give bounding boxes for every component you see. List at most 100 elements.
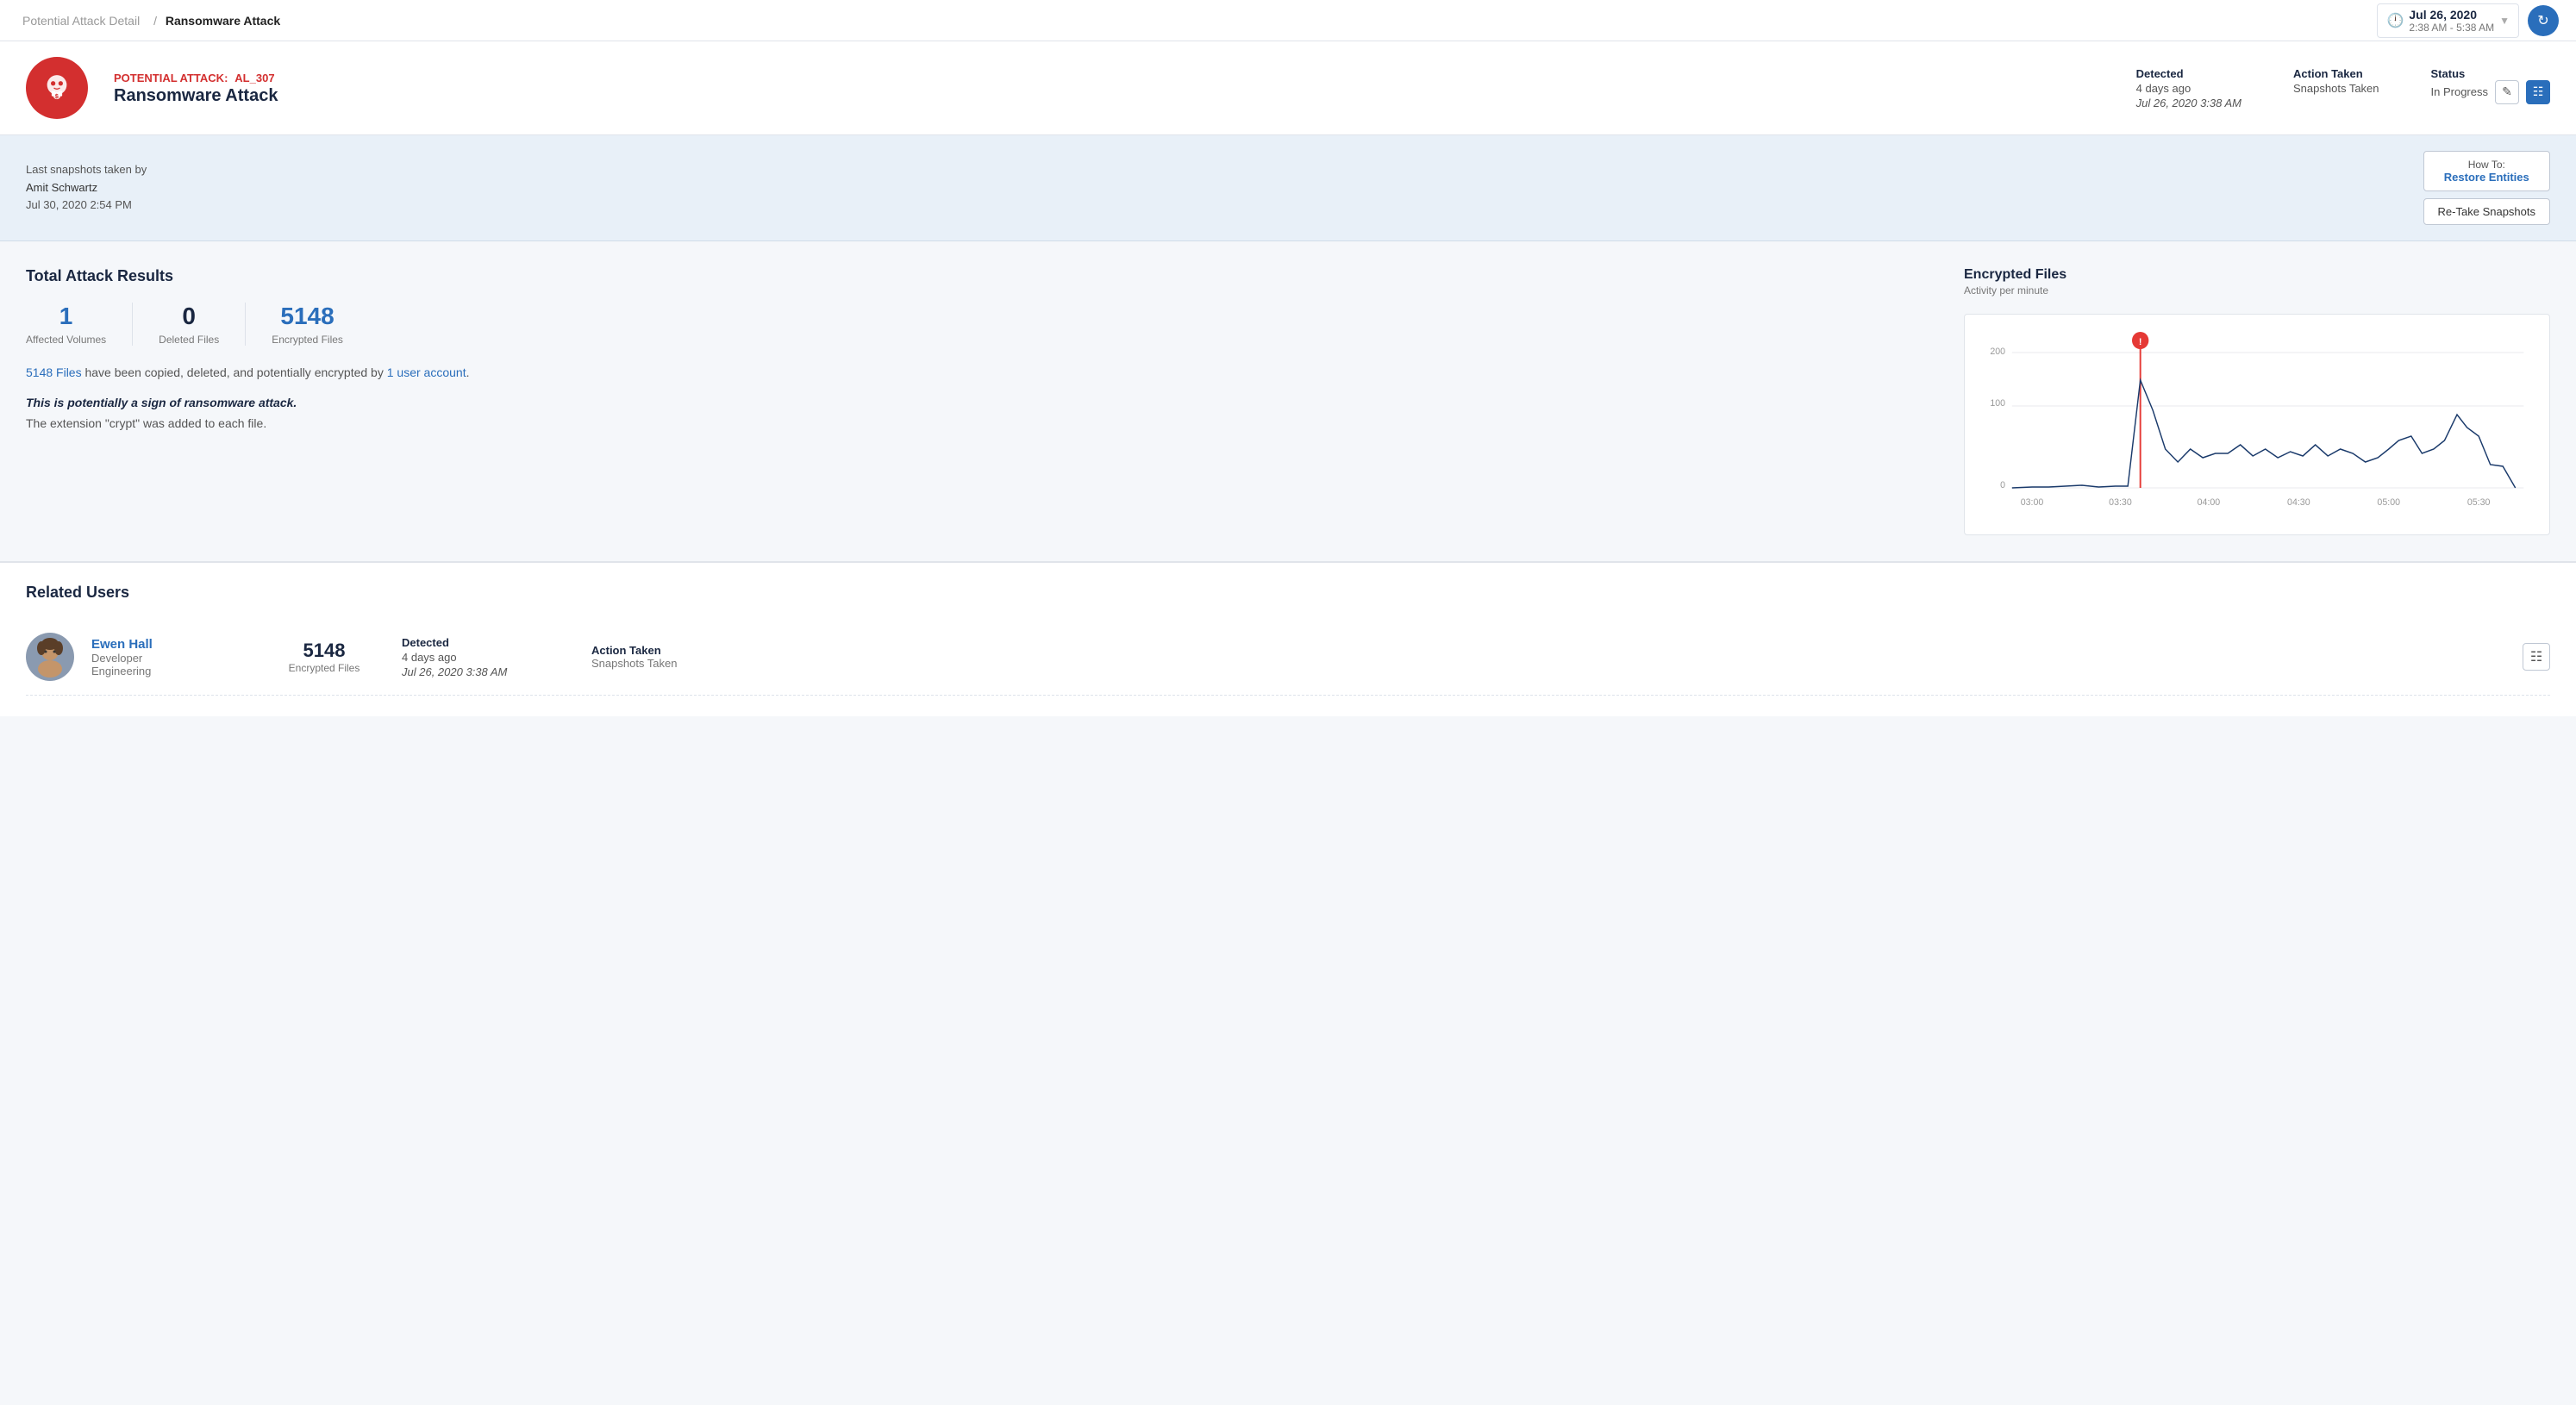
user-detected-date: Jul 26, 2020 3:38 AM <box>402 665 574 678</box>
ransomware-warning: This is potentially a sign of ransomware… <box>26 396 1938 409</box>
attack-id-row: POTENTIAL ATTACK: AL_307 <box>114 71 2110 84</box>
retake-snapshots-button[interactable]: Re-Take Snapshots <box>2423 198 2550 225</box>
status-row: In Progress ✎ ☷ <box>2431 80 2550 104</box>
edit-status-button[interactable]: ✎ <box>2495 80 2519 104</box>
how-to-action: Restore Entities <box>2444 171 2529 184</box>
related-users-title: Related Users <box>26 584 2550 602</box>
action-value: Snapshots Taken <box>2293 82 2379 95</box>
attack-name: Ransomware Attack <box>114 86 2110 106</box>
deleted-files-label: Deleted Files <box>159 334 219 346</box>
user-encrypted-label: Encrypted Files <box>264 662 385 674</box>
breadcrumb-parent: Potential Attack Detail <box>22 14 140 28</box>
refresh-icon: ↻ <box>2537 12 2548 29</box>
stat-deleted-files: 0 Deleted Files <box>133 303 246 346</box>
summary-text2: . <box>466 365 470 379</box>
breadcrumb-current: Ransomware Attack <box>166 14 280 28</box>
snapshot-line2: Amit Schwartz <box>26 179 147 197</box>
how-to-label: How To: <box>2442 159 2532 171</box>
user-account-link[interactable]: 1 user account <box>387 365 466 379</box>
attack-meta: Detected 4 days ago Jul 26, 2020 3:38 AM… <box>2136 67 2550 109</box>
chart-area: 200 100 0 03:00 03:30 04:00 04:30 05:00 … <box>1964 314 2550 535</box>
snapshot-line1: Last snapshots taken by <box>26 161 147 179</box>
encrypted-files-chart: 200 100 0 03:00 03:30 04:00 04:30 05:00 … <box>1982 328 2532 518</box>
retake-label: Re-Take Snapshots <box>2438 205 2535 218</box>
pencil-icon: ✎ <box>2502 84 2512 99</box>
svg-text:05:00: 05:00 <box>2377 497 2400 508</box>
meta-action: Action Taken Snapshots Taken <box>2293 67 2379 95</box>
snapshot-banner: Last snapshots taken by Amit Schwartz Ju… <box>0 135 2576 241</box>
affected-volumes-label: Affected Volumes <box>26 334 106 346</box>
summary-text1: have been copied, deleted, and potential… <box>82 365 387 379</box>
user-detected-label: Detected <box>402 636 574 649</box>
attack-info: POTENTIAL ATTACK: AL_307 Ransomware Atta… <box>114 71 2110 106</box>
how-to-restore-button[interactable]: How To: Restore Entities <box>2423 151 2550 191</box>
svg-text:0: 0 <box>2000 480 2005 490</box>
user-notes-button[interactable]: ☷ <box>2523 643 2550 671</box>
user-info: Ewen Hall Developer Engineering <box>91 637 247 678</box>
stats-row: 1 Affected Volumes 0 Deleted Files 5148 … <box>26 303 1938 346</box>
extension-note: The extension "crypt" was added to each … <box>26 416 1938 430</box>
attack-id-label: POTENTIAL ATTACK: <box>114 72 228 84</box>
action-label: Action Taken <box>2293 67 2379 80</box>
status-label: Status <box>2431 67 2550 80</box>
date-main: Jul 26, 2020 <box>2409 8 2494 22</box>
stat-affected-volumes: 1 Affected Volumes <box>26 303 133 346</box>
table-row: Ewen Hall Developer Engineering 5148 Enc… <box>26 619 2550 696</box>
stat-encrypted-files: 5148 Encrypted Files <box>246 303 369 346</box>
detected-date: Jul 26, 2020 3:38 AM <box>2136 97 2241 109</box>
meta-status: Status In Progress ✎ ☷ <box>2431 67 2550 104</box>
snapshot-actions: How To: Restore Entities Re-Take Snapsho… <box>2423 151 2550 225</box>
svg-text:05:30: 05:30 <box>2467 497 2491 508</box>
notes-button[interactable]: ☷ <box>2526 80 2550 104</box>
svg-text:04:30: 04:30 <box>2287 497 2310 508</box>
related-users-section: Related Users Ewen Hall Developer Engine… <box>0 561 2576 716</box>
snapshot-line3: Jul 30, 2020 2:54 PM <box>26 197 147 215</box>
svg-text:04:00: 04:00 <box>2198 497 2221 508</box>
user-detected: Detected 4 days ago Jul 26, 2020 3:38 AM <box>402 636 574 678</box>
avatar <box>26 633 74 681</box>
svg-text:03:30: 03:30 <box>2109 497 2132 508</box>
attack-header: $ POTENTIAL ATTACK: AL_307 Ransomware At… <box>0 41 2576 135</box>
refresh-button[interactable]: ↻ <box>2528 5 2559 36</box>
user-encrypted-value: 5148 <box>264 640 385 662</box>
user-detected-relative: 4 days ago <box>402 651 574 664</box>
clock-icon: 🕛 <box>2386 12 2404 29</box>
attack-id: AL_307 <box>234 72 274 84</box>
main-content: Total Attack Results 1 Affected Volumes … <box>0 241 2576 561</box>
notes-icon: ☷ <box>2533 84 2544 99</box>
user-encrypted-stat: 5148 Encrypted Files <box>264 640 385 674</box>
svg-text:03:00: 03:00 <box>2021 497 2044 508</box>
notes-list-icon: ☷ <box>2530 648 2542 665</box>
date-range-selector[interactable]: 🕛 Jul 26, 2020 2:38 AM - 5:38 AM ▼ <box>2377 3 2519 38</box>
summary-text: 5148 Files have been copied, deleted, an… <box>26 363 1938 384</box>
user-action: Action Taken Snapshots Taken <box>591 644 2505 670</box>
encrypted-files-label: Encrypted Files <box>272 334 343 346</box>
attack-icon: $ <box>26 57 88 119</box>
deleted-files-value: 0 <box>159 303 219 330</box>
affected-volumes-value: 1 <box>26 303 106 330</box>
detected-relative: 4 days ago <box>2136 82 2241 95</box>
breadcrumb: Potential Attack Detail / Ransomware Att… <box>17 14 280 28</box>
encrypted-files-value: 5148 <box>272 303 343 330</box>
chevron-down-icon: ▼ <box>2499 15 2510 27</box>
ransomware-icon-svg: $ <box>39 70 75 106</box>
svg-text:!: ! <box>2139 337 2142 347</box>
date-range: 2:38 AM - 5:38 AM <box>2409 22 2494 34</box>
right-panel: Encrypted Files Activity per minute 200 … <box>1964 267 2550 535</box>
snapshot-info: Last snapshots taken by Amit Schwartz Ju… <box>26 161 147 215</box>
svg-text:200: 200 <box>1990 347 2005 357</box>
chart-title: Encrypted Files <box>1964 267 2550 283</box>
user-action-label: Action Taken <box>591 644 2505 657</box>
files-count-link[interactable]: 5148 Files <box>26 365 82 379</box>
chart-subtitle: Activity per minute <box>1964 284 2550 297</box>
svg-text:100: 100 <box>1990 398 2005 409</box>
breadcrumb-separator: / <box>153 14 157 28</box>
meta-detected: Detected 4 days ago Jul 26, 2020 3:38 AM <box>2136 67 2241 109</box>
top-bar-right: 🕛 Jul 26, 2020 2:38 AM - 5:38 AM ▼ ↻ <box>2377 3 2559 38</box>
user-avatar-svg <box>26 633 74 681</box>
svg-text:$: $ <box>55 94 59 100</box>
left-panel: Total Attack Results 1 Affected Volumes … <box>26 267 1938 535</box>
user-name[interactable]: Ewen Hall <box>91 637 247 652</box>
user-department: Engineering <box>91 665 247 678</box>
total-attack-title: Total Attack Results <box>26 267 1938 285</box>
